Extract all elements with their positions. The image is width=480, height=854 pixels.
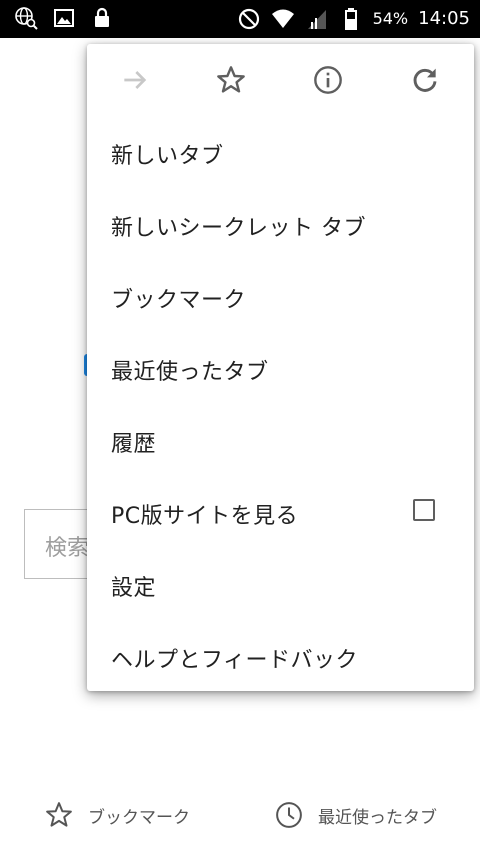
- menu-item-label: 設定: [111, 576, 157, 601]
- do-not-disturb-icon: [238, 8, 259, 30]
- status-bar: 54% 14:05: [0, 0, 480, 38]
- bookmarks-link[interactable]: ブックマーク: [44, 800, 190, 830]
- menu-item-label: 履歴: [111, 432, 157, 457]
- menu-item-history[interactable]: 履歴: [87, 404, 474, 476]
- reload-button[interactable]: [409, 64, 441, 96]
- menu-item-label: 新しいシークレット タブ: [111, 216, 366, 241]
- recent-tabs-link-label: 最近使ったタブ: [318, 807, 437, 828]
- battery-icon: [344, 8, 357, 30]
- clock-time: 14:05: [418, 8, 470, 29]
- star-icon: [217, 66, 245, 93]
- info-icon: [314, 66, 342, 94]
- bookmarks-link-label: ブックマーク: [88, 807, 190, 828]
- menu-item-label: ヘルプとフィードバック: [111, 648, 359, 673]
- forward-icon: [124, 71, 147, 89]
- menu-item-help-feedback[interactable]: ヘルプとフィードバック: [87, 620, 474, 692]
- menu-item-new-tab[interactable]: 新しいタブ: [87, 116, 474, 188]
- forward-button[interactable]: [119, 64, 151, 96]
- menu-item-label: 最近使ったタブ: [111, 360, 269, 385]
- signal-icon: [307, 10, 326, 29]
- wifi-icon: [271, 9, 294, 28]
- overflow-menu: 新しいタブ 新しいシークレット タブ ブックマーク 最近使ったタブ 履歴 PC版…: [87, 44, 474, 691]
- page-info-button[interactable]: [312, 64, 344, 96]
- menu-icon-row: [87, 44, 474, 116]
- menu-item-label: 新しいタブ: [111, 144, 224, 169]
- battery-percentage: 54%: [372, 9, 409, 28]
- menu-item-label: PC版サイトを見る: [111, 504, 299, 529]
- clock-icon: [276, 802, 302, 828]
- menu-item-new-incognito-tab[interactable]: 新しいシークレット タブ: [87, 188, 474, 260]
- globe-search-icon: [15, 7, 38, 30]
- menu-item-settings[interactable]: 設定: [87, 548, 474, 620]
- desktop-site-checkbox[interactable]: [413, 499, 435, 521]
- menu-item-bookmarks[interactable]: ブックマーク: [87, 260, 474, 332]
- menu-item-recent-tabs[interactable]: 最近使ったタブ: [87, 332, 474, 404]
- recent-tabs-link[interactable]: 最近使ったタブ: [274, 800, 437, 830]
- reload-icon: [413, 68, 437, 92]
- lock-icon: [95, 7, 109, 27]
- bookmark-page-button[interactable]: [215, 64, 247, 96]
- menu-item-label: ブックマーク: [111, 288, 247, 313]
- search-placeholder: 検索: [45, 536, 90, 561]
- image-icon: [54, 9, 74, 27]
- star-icon: [46, 802, 72, 827]
